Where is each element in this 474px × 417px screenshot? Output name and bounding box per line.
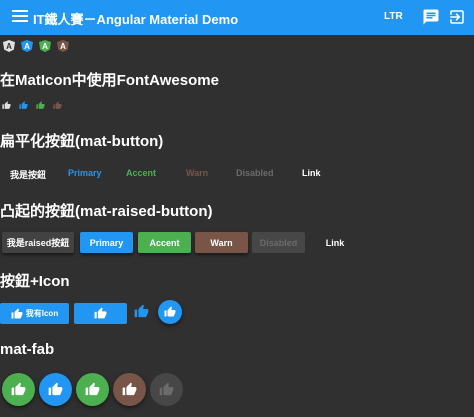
thumbs-up-icon bbox=[122, 382, 137, 397]
angular-logo-icon: A bbox=[39, 40, 51, 52]
section-heading-fab: mat-fab bbox=[0, 341, 55, 358]
raised-basic-button[interactable]: 我是raised按鈕 bbox=[2, 232, 74, 253]
fab-disabled-button bbox=[150, 373, 183, 406]
raised-primary-button[interactable]: Primary bbox=[80, 232, 133, 253]
icon-text-button[interactable]: 我有Icon bbox=[0, 303, 69, 324]
thumbs-up-icon bbox=[48, 382, 63, 397]
app-title: IT鐵人賽－Angular Material Demo bbox=[33, 12, 239, 27]
chat-icon[interactable] bbox=[422, 8, 440, 26]
section-heading-fonticon: 在MatIcon中使用FontAwesome bbox=[0, 72, 219, 89]
thumbs-up-icon bbox=[19, 101, 28, 110]
raised-warn-button[interactable]: Warn bbox=[195, 232, 248, 253]
thumbs-up-icon bbox=[11, 308, 23, 320]
thumbs-up-icon bbox=[134, 304, 149, 319]
fab-warn-button[interactable] bbox=[113, 373, 146, 406]
thumbs-up-icon bbox=[11, 382, 26, 397]
angular-logo-icon: A bbox=[21, 40, 33, 52]
flat-warn-button[interactable]: Warn bbox=[186, 168, 208, 178]
thumbs-up-icon bbox=[159, 382, 174, 397]
flat-disabled-button: Disabled bbox=[236, 168, 274, 178]
icon-only-raised-button[interactable] bbox=[74, 303, 127, 324]
fontawesome-icons-row bbox=[2, 101, 62, 110]
thumbs-up-icon bbox=[85, 382, 100, 397]
thumbs-up-icon bbox=[53, 101, 62, 110]
angular-logos-row: A A A A bbox=[3, 40, 69, 52]
thumbs-up-icon bbox=[94, 307, 107, 320]
icon-text-button-label: 我有Icon bbox=[25, 309, 59, 318]
raised-link-button[interactable]: Link bbox=[310, 232, 360, 253]
angular-logo-icon: A bbox=[3, 40, 15, 52]
flat-basic-button[interactable]: 我是按鈕 bbox=[10, 168, 46, 181]
section-heading-flat: 扁平化按鈕(mat-button) bbox=[0, 133, 164, 150]
mini-fab-button[interactable] bbox=[158, 300, 182, 324]
flat-link-button[interactable]: Link bbox=[302, 168, 321, 178]
ltr-toggle-button[interactable]: LTR bbox=[384, 11, 403, 22]
fab-accent-button[interactable] bbox=[76, 373, 109, 406]
fab-default-button[interactable] bbox=[2, 373, 35, 406]
icon-button-plain[interactable] bbox=[134, 304, 149, 319]
thumbs-up-icon bbox=[164, 306, 176, 318]
thumbs-up-icon bbox=[2, 101, 11, 110]
section-heading-icon-buttons: 按鈕+Icon bbox=[0, 273, 70, 290]
angular-logo-icon: A bbox=[57, 40, 69, 52]
flat-accent-button[interactable]: Accent bbox=[126, 168, 156, 178]
fab-primary-button[interactable] bbox=[39, 373, 72, 406]
exit-to-app-icon[interactable] bbox=[448, 8, 466, 26]
raised-disabled-button: Disabled bbox=[252, 232, 305, 253]
thumbs-up-icon bbox=[36, 101, 45, 110]
flat-primary-button[interactable]: Primary bbox=[68, 168, 102, 178]
menu-icon[interactable] bbox=[12, 10, 28, 24]
top-toolbar: IT鐵人賽－Angular Material Demo LTR bbox=[0, 0, 474, 35]
raised-accent-button[interactable]: Accent bbox=[138, 232, 191, 253]
section-heading-raised: 凸起的按鈕(mat-raised-button) bbox=[0, 203, 213, 220]
